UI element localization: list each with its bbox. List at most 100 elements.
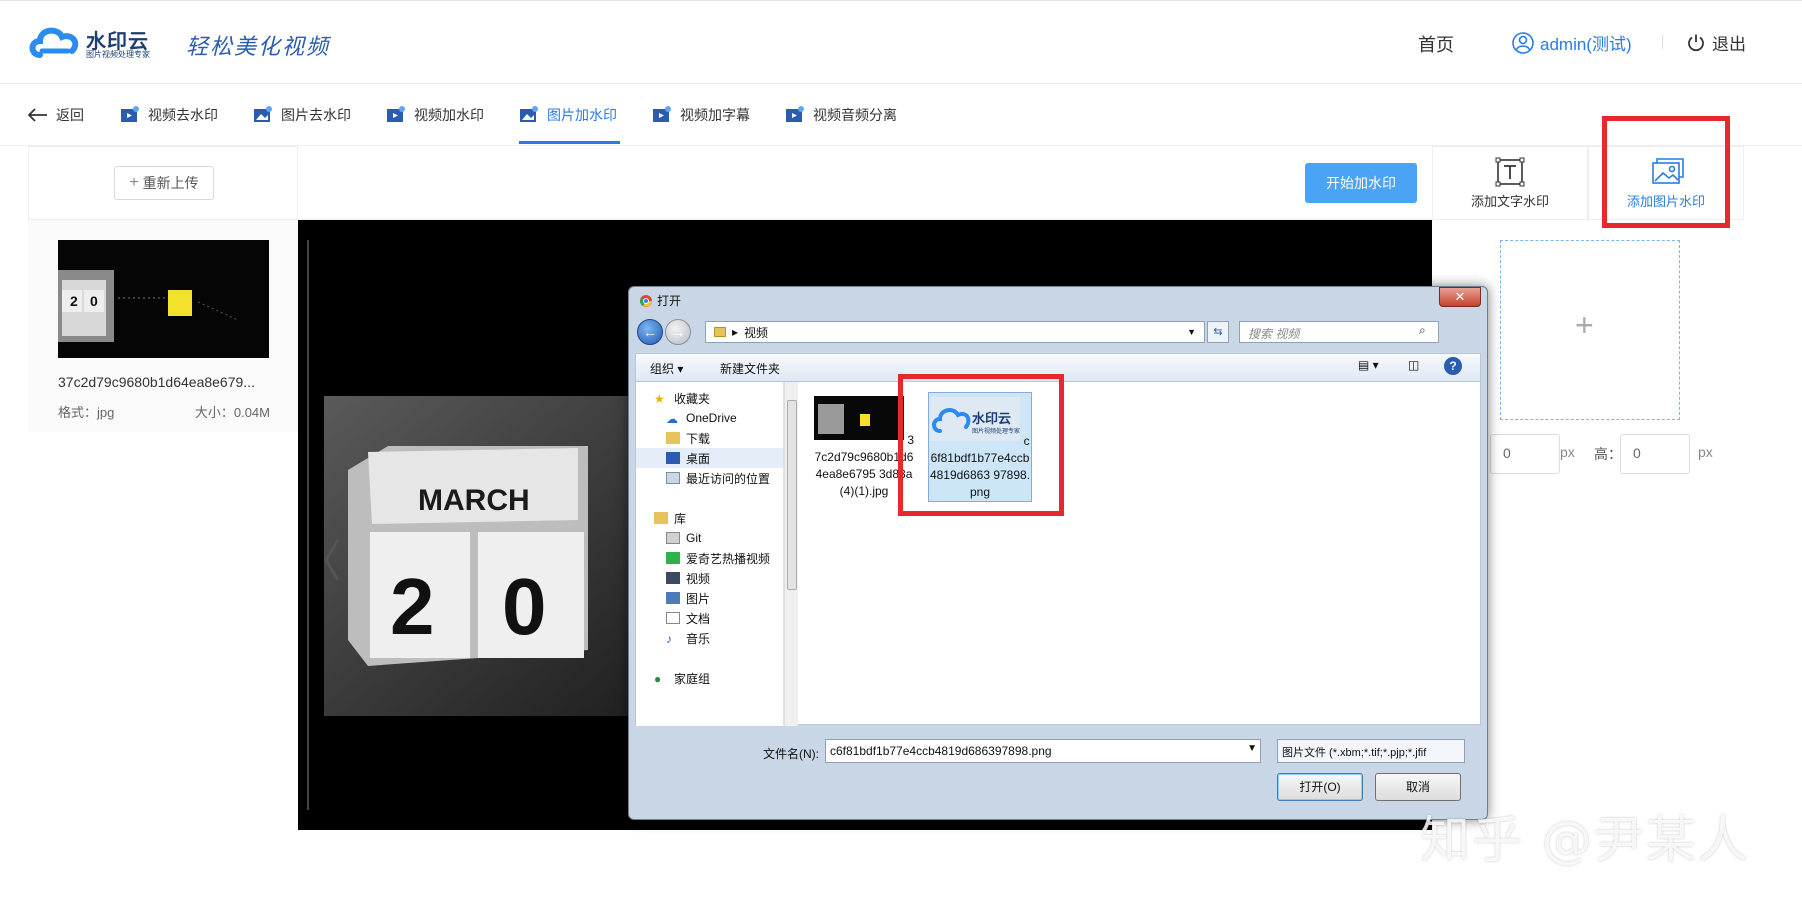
jpg-thumbnail bbox=[813, 396, 904, 440]
filename-value: c6f81bdf1b77e4ccb4819d686397898.png bbox=[830, 744, 1052, 758]
text-watermark-label: 添加文字水印 bbox=[1470, 194, 1549, 209]
calendar-digit-1: 2 bbox=[390, 562, 435, 651]
start-watermark-button[interactable]: 开始加水印 bbox=[1305, 163, 1417, 203]
scrollbar-thumb[interactable] bbox=[787, 400, 797, 590]
logout-label: 退出 bbox=[1712, 35, 1746, 54]
dialog-title-bar: 打开 bbox=[639, 292, 681, 309]
open-button[interactable]: 打开(O) bbox=[1277, 773, 1363, 801]
home-link[interactable]: 首页 bbox=[1418, 31, 1454, 57]
preview-pane-icon[interactable]: ◫ bbox=[1408, 358, 1419, 372]
filename-label: 文件名(N): bbox=[763, 747, 819, 761]
user-link[interactable]: admin(测试) bbox=[1512, 30, 1632, 55]
zhihu-watermark: 知乎 @尹某人 bbox=[1420, 811, 1750, 869]
tab-video-add-subtitle[interactable]: 视频加字幕 bbox=[652, 104, 750, 126]
new-folder-button[interactable]: 新建文件夹 bbox=[720, 360, 780, 377]
slogan: 轻松美化视频 bbox=[186, 35, 331, 60]
close-button[interactable]: ✕ bbox=[1439, 287, 1481, 307]
breadcrumb-chevron-icon: ▸ bbox=[732, 325, 739, 339]
music-note-icon: ♪ bbox=[666, 632, 672, 646]
chevron-down-icon[interactable]: ▼ bbox=[1247, 743, 1257, 754]
tree-item-documents[interactable]: 文档 bbox=[666, 608, 710, 628]
tab-video-add-watermark[interactable]: 视频加水印 bbox=[386, 104, 484, 126]
chevron-down-icon[interactable]: ▼ bbox=[1187, 327, 1196, 337]
cloud-icon: ☁ bbox=[666, 412, 678, 426]
tab-video-audio-separate[interactable]: 视频音频分离 bbox=[785, 104, 897, 126]
back-button[interactable]: 返回 bbox=[28, 104, 84, 126]
video-icon bbox=[653, 106, 671, 122]
tree-scrollbar[interactable] bbox=[784, 382, 798, 726]
nav-forward-button[interactable]: → bbox=[665, 319, 691, 345]
tree-item-onedrive[interactable]: ☁ OneDrive bbox=[666, 408, 737, 428]
tree-item-videos[interactable]: 视频 bbox=[666, 568, 710, 588]
file-format: 格式：jpg bbox=[58, 405, 115, 420]
desktop-icon bbox=[666, 452, 680, 464]
work-toolbar bbox=[298, 146, 1432, 220]
folder-icon bbox=[666, 532, 680, 544]
download-folder-icon bbox=[666, 432, 680, 444]
recent-icon bbox=[666, 472, 680, 484]
active-tab-underline bbox=[519, 141, 620, 144]
address-bar[interactable]: ▸ 视频 ▼ bbox=[705, 321, 1205, 343]
arrow-left-icon bbox=[28, 108, 47, 122]
tab-video-remove-watermark[interactable]: 视频去水印 bbox=[120, 104, 218, 126]
plus-icon: + bbox=[1575, 307, 1594, 343]
nav-back-button[interactable]: ← bbox=[637, 319, 663, 345]
filename-input[interactable]: c6f81bdf1b77e4ccb4819d686397898.png ▼ bbox=[825, 739, 1261, 763]
tree-item-homegroup[interactable]: ● 家庭组 bbox=[654, 668, 710, 688]
tree-item-favorites[interactable]: ★ 收藏夹 bbox=[654, 388, 710, 408]
thumbnail-image: 2 0 bbox=[58, 240, 269, 358]
svg-text:2: 2 bbox=[70, 293, 78, 309]
refresh-button[interactable]: ⇆ bbox=[1207, 321, 1229, 343]
cancel-button[interactable]: 取消 bbox=[1375, 773, 1461, 801]
video-icon bbox=[387, 106, 405, 122]
tree-item-git[interactable]: Git bbox=[666, 528, 701, 548]
height-input[interactable]: 0 bbox=[1620, 434, 1690, 474]
file-size: 大小：0.04M bbox=[194, 405, 270, 420]
document-library-icon bbox=[666, 612, 680, 624]
user-name: admin(测试) bbox=[1540, 35, 1632, 54]
help-icon[interactable]: ? bbox=[1444, 357, 1462, 375]
search-input[interactable]: 搜索 视频 bbox=[1239, 321, 1439, 343]
tab-label: 视频加字幕 bbox=[680, 107, 750, 123]
add-text-watermark-button[interactable]: 添加文字水印 bbox=[1432, 146, 1588, 220]
tree-item-desktop[interactable]: 桌面 bbox=[636, 448, 783, 468]
library-icon bbox=[654, 512, 668, 524]
tree-item-recent[interactable]: 最近访问的位置 bbox=[666, 468, 770, 488]
upload-watermark-image-box[interactable]: + bbox=[1500, 240, 1680, 420]
logout-link[interactable]: 退出 bbox=[1686, 30, 1746, 55]
calendar-digit-2: 0 bbox=[502, 562, 547, 651]
chrome-icon bbox=[640, 294, 652, 307]
tree-item-pictures[interactable]: 图片 bbox=[666, 588, 710, 608]
tree-item-iqiyi[interactable]: 爱奇艺热播视频 bbox=[666, 548, 770, 568]
homegroup-icon: ● bbox=[654, 672, 662, 686]
filetype-select[interactable]: 图片文件 (*.xbm;*.tif;*.pjp;*.jfif bbox=[1277, 739, 1465, 763]
width-unit: px bbox=[1560, 444, 1575, 460]
search-icon: ⌕ bbox=[1419, 323, 1426, 337]
user-icon bbox=[1512, 31, 1534, 54]
tree-item-library[interactable]: 库 bbox=[654, 508, 686, 528]
top-header: 水印云 图片视频处理专家 轻松美化视频 首页 admin(测试) 退出 bbox=[0, 0, 1802, 84]
folder-tree: ★ 收藏夹 ☁ OneDrive 下载 桌面 最近访问的位置 库 Git 爱奇艺热播… bbox=[636, 382, 784, 726]
width-input[interactable]: 0 bbox=[1490, 434, 1560, 474]
organize-button[interactable]: 组织 ▾ bbox=[650, 360, 683, 377]
highlight-box bbox=[1602, 116, 1730, 228]
navigation-bar: ← → ▸ 视频 ▼ ⇆ 搜索 视频 ⌕ bbox=[635, 317, 1481, 347]
height-unit: px bbox=[1698, 444, 1713, 460]
view-menu-icon[interactable]: ▤ ▾ bbox=[1358, 358, 1379, 372]
plus-icon: + bbox=[129, 174, 139, 191]
reupload-button[interactable]: + 重新上传 bbox=[114, 166, 214, 200]
video-icon bbox=[786, 106, 804, 122]
tree-item-music[interactable]: ♪ 音乐 bbox=[666, 628, 710, 648]
tool-navigation: 返回 视频去水印 图片去水印 视频加水印 图片加水印 视频加字幕 视频音频分离 bbox=[0, 84, 1802, 146]
tab-image-add-watermark[interactable]: 图片加水印 bbox=[519, 104, 617, 126]
tab-image-remove-watermark[interactable]: 图片去水印 bbox=[253, 104, 351, 126]
logo-subtitle: 图片视频处理专家 bbox=[86, 50, 150, 59]
address-text: 视频 bbox=[744, 325, 769, 340]
open-file-dialog: 打开 ✕ ← → ▸ 视频 ▼ ⇆ 搜索 视频 ⌕ 组织 ▾ 新建文件夹 ▤ ▾… bbox=[628, 286, 1488, 820]
file-thumbnail[interactable]: 2 0 bbox=[58, 240, 269, 358]
folder-icon bbox=[714, 327, 726, 337]
tab-label: 视频去水印 bbox=[148, 107, 218, 123]
tab-label: 图片加水印 bbox=[547, 107, 617, 123]
tree-item-downloads[interactable]: 下载 bbox=[666, 428, 710, 448]
iqiyi-icon bbox=[666, 552, 680, 564]
